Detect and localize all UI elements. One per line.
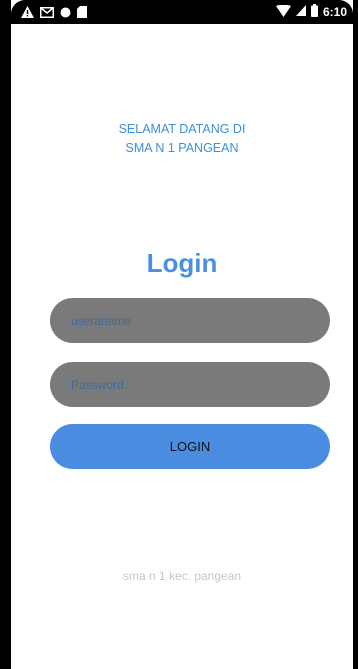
dot-icon: [60, 5, 71, 23]
app-screen: 6:10 SELAMAT DATANG DI SMA N 1 PANGEAN L…: [11, 0, 353, 669]
signal-icon: [295, 5, 306, 19]
login-button[interactable]: LOGIN: [50, 424, 330, 469]
username-input[interactable]: [71, 313, 301, 328]
footer-text: sma n 1 kec. pangean: [122, 569, 242, 583]
device-frame-left: [0, 0, 11, 669]
sd-card-icon: [77, 5, 87, 23]
wifi-icon: [275, 4, 291, 20]
battery-icon: [310, 4, 318, 20]
gmail-icon: [40, 5, 54, 23]
status-left-icons: [21, 5, 87, 23]
username-field[interactable]: [50, 298, 330, 343]
welcome-text: SELAMAT DATANG DI SMA N 1 PANGEAN: [11, 120, 353, 158]
device-frame-right: [353, 0, 358, 669]
password-field[interactable]: [50, 362, 330, 407]
password-input[interactable]: [71, 377, 301, 392]
status-bar: 6:10: [11, 0, 353, 24]
status-time: 6:10: [322, 5, 347, 19]
welcome-line-2: SMA N 1 PANGEAN: [125, 141, 239, 155]
status-right-icons: 6:10: [275, 4, 347, 20]
welcome-line-1: SELAMAT DATANG DI: [118, 122, 246, 136]
login-title: Login: [146, 248, 218, 278]
alert-icon: [21, 5, 34, 23]
